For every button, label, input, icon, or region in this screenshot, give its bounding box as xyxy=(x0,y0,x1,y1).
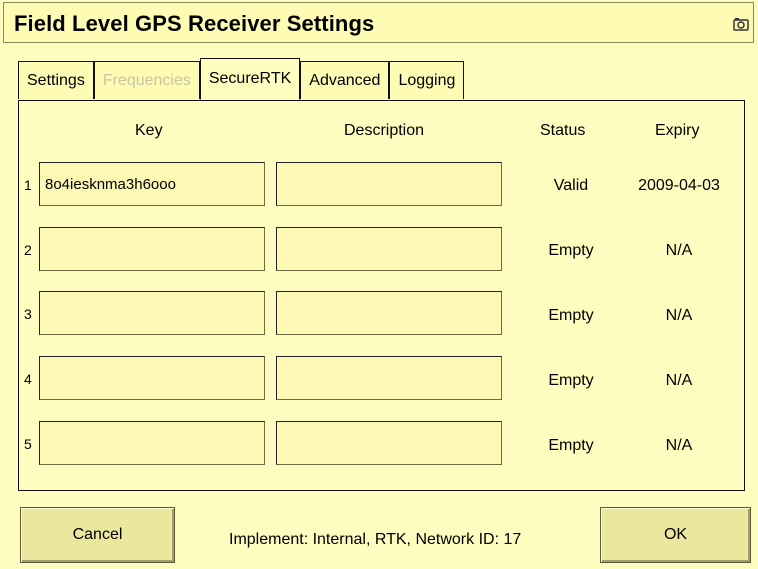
column-header-status: Status xyxy=(540,122,586,139)
expiry-text-2: N/A xyxy=(665,242,693,259)
key-input-2[interactable] xyxy=(39,227,265,271)
expiry-text-1: 2009-04-03 xyxy=(638,177,720,194)
ok-button[interactable]: OK xyxy=(600,507,751,563)
title-bar: Field Level GPS Receiver Settings xyxy=(0,0,758,46)
column-header-key: Key xyxy=(135,122,163,139)
description-input-2[interactable] xyxy=(276,227,502,271)
status-text-5: Empty xyxy=(548,437,594,454)
tab-bar: Settings Frequencies SecureRTK Advanced … xyxy=(18,58,465,101)
description-input-3[interactable] xyxy=(276,291,502,335)
status-text-2: Empty xyxy=(548,242,594,259)
description-input-4[interactable] xyxy=(276,356,502,400)
implement-status-text: Implement: Internal, RTK, Network ID: 17 xyxy=(229,531,522,548)
key-input-3[interactable] xyxy=(39,291,265,335)
camera-icon[interactable] xyxy=(733,17,749,31)
tab-frequencies: Frequencies xyxy=(93,61,200,99)
window-title: Field Level GPS Receiver Settings xyxy=(14,11,375,36)
status-text-3: Empty xyxy=(548,307,594,324)
key-input-5[interactable] xyxy=(39,421,265,465)
expiry-text-4: N/A xyxy=(665,372,693,389)
column-header-description: Description xyxy=(344,122,425,139)
description-input-5[interactable] xyxy=(276,421,502,465)
key-input-1[interactable]: 8o4iesknma3h6ooo xyxy=(39,162,265,206)
column-header-expiry: Expiry xyxy=(655,122,700,139)
status-text-4: Empty xyxy=(548,372,594,389)
row-number: 5 xyxy=(24,436,32,452)
tab-securertk[interactable]: SecureRTK xyxy=(199,58,301,100)
status-text-1: Valid xyxy=(553,177,589,194)
key-input-4[interactable] xyxy=(39,356,265,400)
tab-advanced[interactable]: Advanced xyxy=(300,61,390,99)
tab-settings[interactable]: Settings xyxy=(18,61,94,99)
securertk-panel: Key Description Status Expiry 1 8o4ieskn… xyxy=(18,100,745,491)
row-number: 2 xyxy=(24,242,32,258)
row-number: 1 xyxy=(24,177,32,193)
row-number: 4 xyxy=(24,371,32,387)
tab-logging[interactable]: Logging xyxy=(389,61,465,99)
expiry-text-5: N/A xyxy=(665,437,693,454)
title-box: Field Level GPS Receiver Settings xyxy=(3,2,754,43)
expiry-text-3: N/A xyxy=(665,307,693,324)
row-number: 3 xyxy=(24,306,32,322)
cancel-button[interactable]: Cancel xyxy=(20,507,175,563)
description-input-1[interactable] xyxy=(276,162,502,206)
